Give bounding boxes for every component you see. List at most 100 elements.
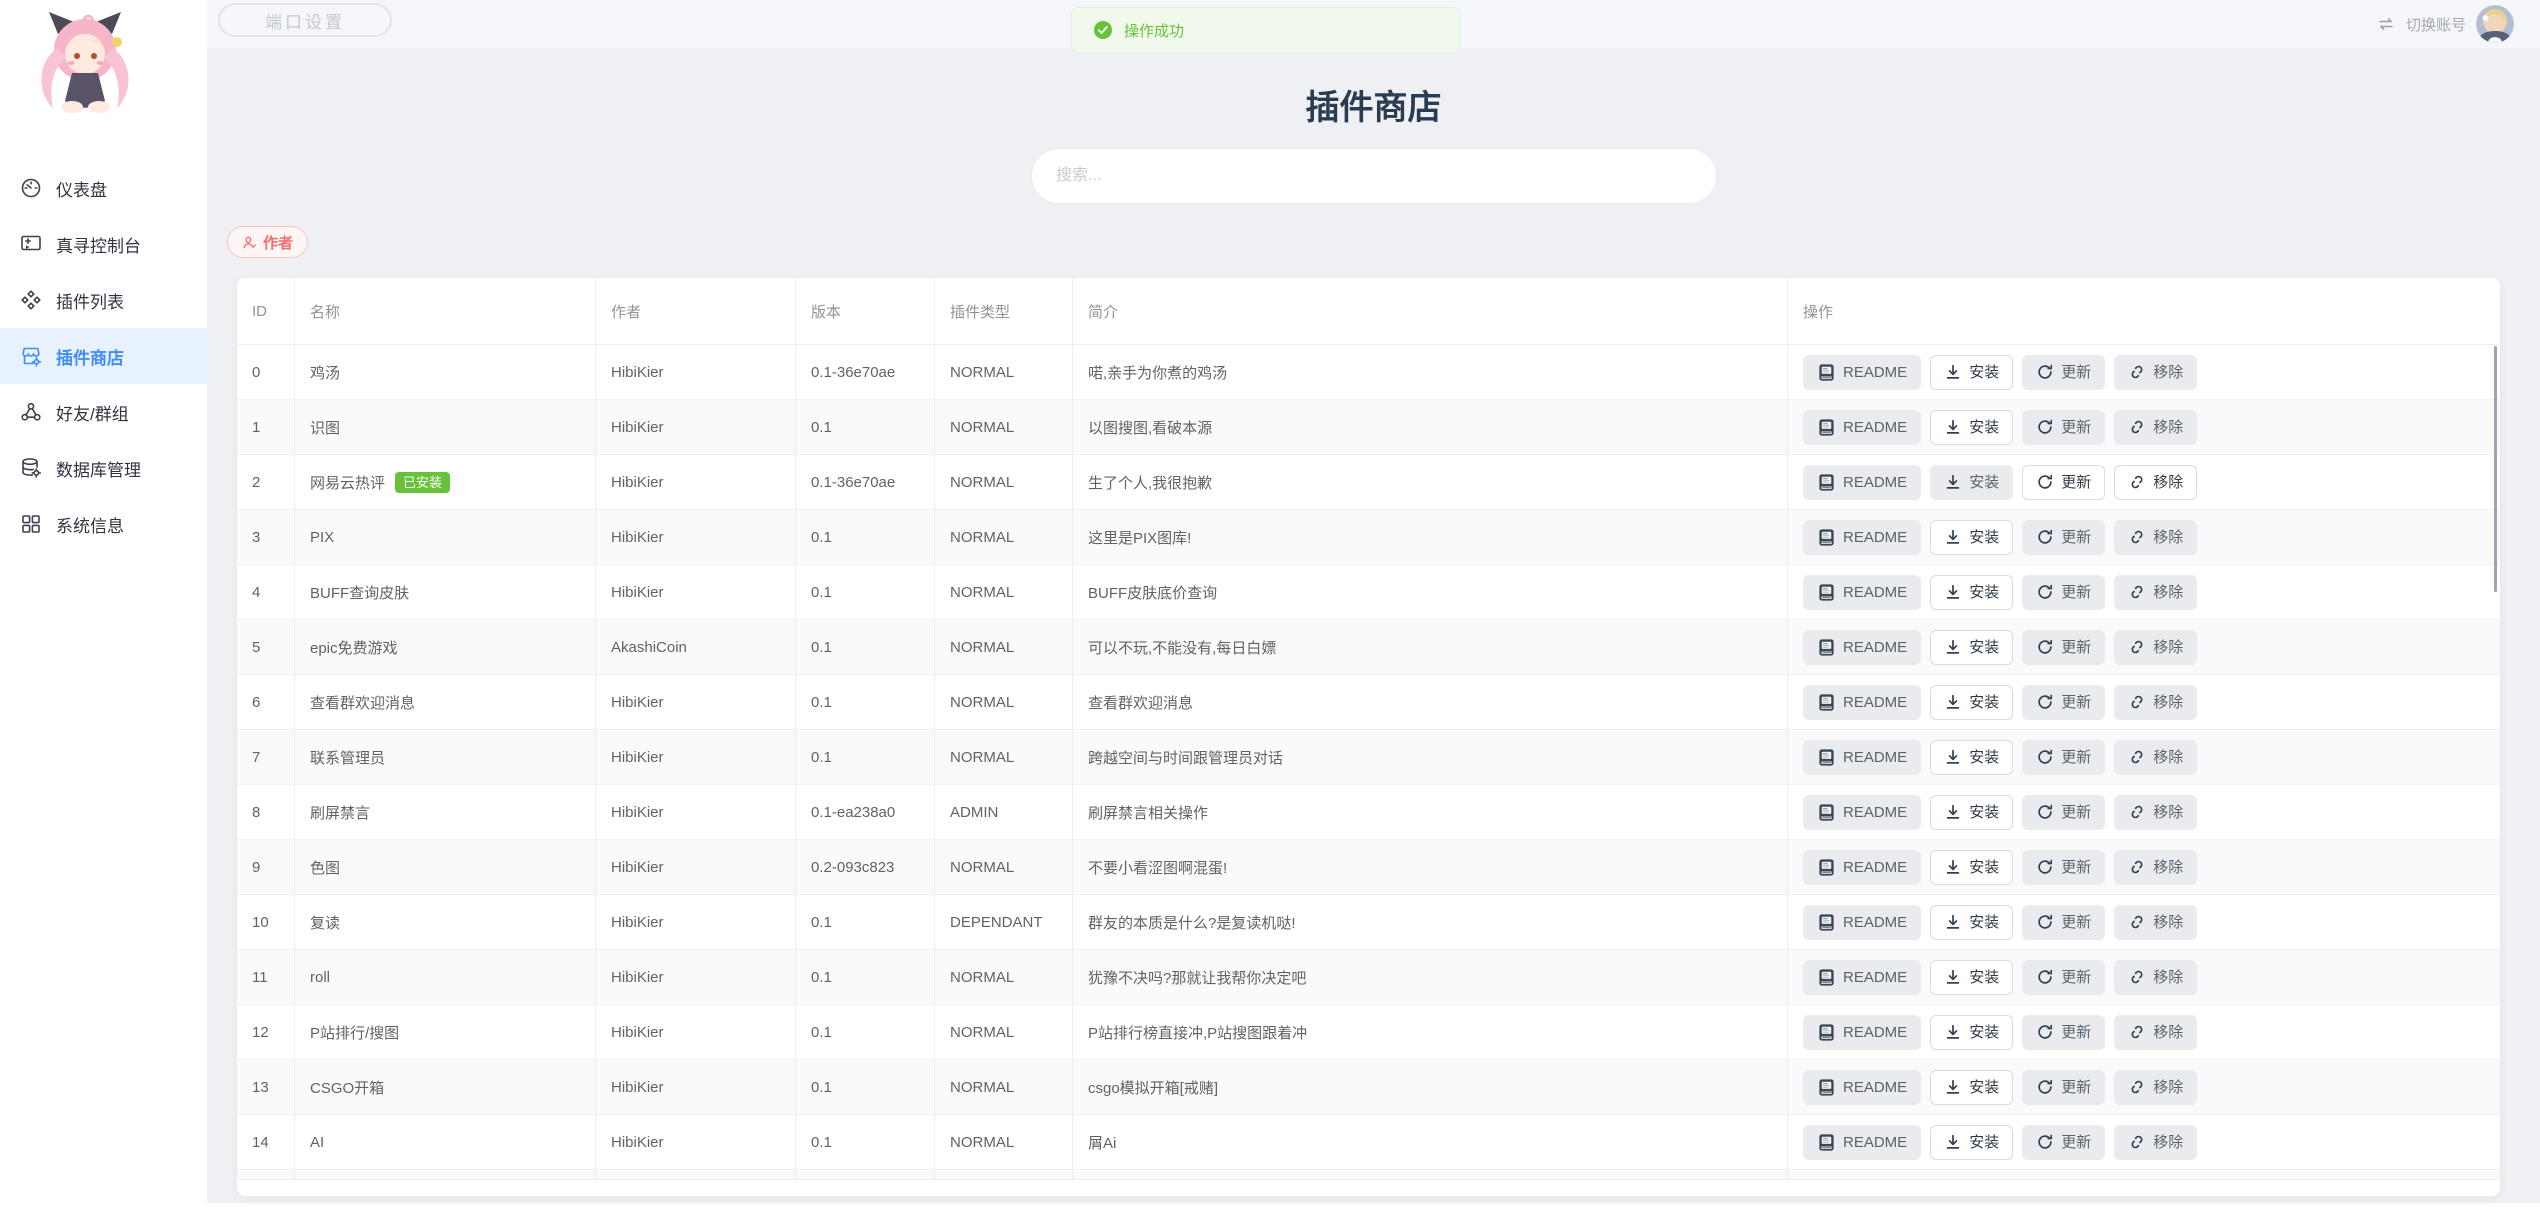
remove-button[interactable]: 移除 — [2114, 795, 2197, 830]
sidebar-item-plugin-store[interactable]: 插件商店 — [0, 328, 207, 384]
remove-button[interactable]: 移除 — [2114, 520, 2197, 555]
update-button[interactable]: 更新 — [2022, 1015, 2105, 1050]
unlink-icon — [2128, 473, 2146, 491]
cell-actions: README 安装更新移除 — [1788, 345, 2500, 400]
readme-button[interactable]: README — [1803, 685, 1921, 720]
cell-id: 11 — [237, 950, 295, 1005]
update-button[interactable]: 更新 — [2022, 575, 2105, 610]
remove-button[interactable]: 移除 — [2114, 465, 2197, 500]
mascot-image — [20, 6, 150, 136]
readme-button[interactable]: README — [1803, 905, 1921, 940]
sidebar-item-label: 真寻控制台 — [56, 232, 141, 257]
remove-button[interactable]: 移除 — [2114, 1015, 2197, 1050]
user-avatar[interactable] — [2476, 5, 2514, 43]
install-button[interactable]: 安装 — [1930, 575, 2013, 610]
remove-button[interactable]: 移除 — [2114, 960, 2197, 995]
author-filter-button[interactable]: 作者 — [227, 226, 308, 258]
remove-button[interactable]: 移除 — [2114, 1125, 2197, 1160]
update-button[interactable]: 更新 — [2022, 685, 2105, 720]
sidebar-item-console[interactable]: 真寻控制台 — [0, 216, 207, 272]
plugin-name: 鸡汤 — [310, 362, 340, 383]
install-button[interactable]: 安装 — [1930, 1125, 2013, 1160]
readme-button[interactable]: README — [1803, 960, 1921, 995]
update-button[interactable]: 更新 — [2022, 355, 2105, 390]
readme-button[interactable]: README — [1803, 795, 1921, 830]
readme-button[interactable]: README — [1803, 520, 1921, 555]
remove-button[interactable]: 移除 — [2114, 630, 2197, 665]
install-button[interactable]: 安装 — [1930, 685, 2013, 720]
update-button[interactable]: 更新 — [2022, 520, 2105, 555]
install-button[interactable]: 安装 — [1930, 1070, 2013, 1105]
search-input[interactable] — [1031, 148, 1717, 204]
readme-button[interactable]: README — [1803, 630, 1921, 665]
table-scrollbar-thumb[interactable] — [2494, 346, 2497, 592]
install-button[interactable]: 安装 — [1930, 355, 2013, 390]
plugin-name: epic免费游戏 — [310, 637, 398, 658]
readme-icon — [1817, 693, 1836, 712]
update-button[interactable]: 更新 — [2022, 905, 2105, 940]
remove-button[interactable]: 移除 — [2114, 1070, 2197, 1105]
cell-id: 4 — [237, 565, 295, 620]
remove-button[interactable]: 移除 — [2114, 850, 2197, 885]
readme-button[interactable]: README — [1803, 1015, 1921, 1050]
update-button[interactable]: 更新 — [2022, 850, 2105, 885]
update-button[interactable]: 更新 — [2022, 465, 2105, 500]
install-button[interactable]: 安装 — [1930, 795, 2013, 830]
update-button[interactable]: 更新 — [2022, 410, 2105, 445]
table-row: 6 查看群欢迎消息 HibiKier 0.1 NORMAL 查看群欢迎消息 RE… — [237, 675, 2500, 730]
sidebar-item-friends-groups[interactable]: 好友/群组 — [0, 384, 207, 440]
readme-button[interactable]: README — [1803, 575, 1921, 610]
install-button[interactable]: 安装 — [1930, 630, 2013, 665]
install-button[interactable]: 安装 — [1930, 960, 2013, 995]
readme-button[interactable]: README — [1803, 465, 1921, 500]
install-button[interactable]: 安装 — [1930, 740, 2013, 775]
sidebar-item-database-manage[interactable]: 数据库管理 — [0, 440, 207, 496]
readme-button[interactable]: README — [1803, 850, 1921, 885]
download-icon — [1944, 748, 1962, 766]
readme-button[interactable]: README — [1803, 740, 1921, 775]
cell-author: HibiKier — [596, 675, 796, 730]
install-button[interactable]: 安装 — [1930, 905, 2013, 940]
switch-account[interactable]: 切换账号 — [2376, 0, 2514, 48]
install-button[interactable]: 安装 — [1930, 465, 2013, 500]
install-button[interactable]: 安装 — [1930, 1015, 2013, 1050]
install-button[interactable]: 安装 — [1930, 850, 2013, 885]
update-button[interactable]: 更新 — [2022, 1070, 2105, 1105]
install-button[interactable]: 安装 — [1930, 520, 2013, 555]
cell-author: HibiKier — [596, 840, 796, 895]
cell-version: 0.1 — [796, 895, 935, 950]
refresh-icon — [2036, 583, 2054, 601]
cell-actions: README 安装更新移除 — [1788, 840, 2500, 895]
remove-button[interactable]: 移除 — [2114, 410, 2197, 445]
sidebar-item-dashboard[interactable]: 仪表盘 — [0, 160, 207, 216]
update-button[interactable]: 更新 — [2022, 740, 2105, 775]
store-icon — [19, 344, 43, 368]
refresh-icon — [2036, 1133, 2054, 1151]
readme-button[interactable]: README — [1803, 410, 1921, 445]
refresh-icon — [2036, 473, 2054, 491]
table-row: 1 识图 HibiKier 0.1 NORMAL 以图搜图,看破本源 READM… — [237, 400, 2500, 455]
readme-button[interactable]: README — [1803, 1070, 1921, 1105]
update-button[interactable]: 更新 — [2022, 960, 2105, 995]
remove-button[interactable]: 移除 — [2114, 575, 2197, 610]
sidebar-item-plugin-list[interactable]: 插件列表 — [0, 272, 207, 328]
cell-id: 1 — [237, 400, 295, 455]
readme-button[interactable]: README — [1803, 1125, 1921, 1160]
cell-author: HibiKier — [596, 345, 796, 400]
sidebar-item-system-info[interactable]: 系统信息 — [0, 496, 207, 552]
remove-button[interactable]: 移除 — [2114, 355, 2197, 390]
remove-button[interactable]: 移除 — [2114, 740, 2197, 775]
plugin-name: 复读 — [310, 912, 340, 933]
readme-button[interactable]: README — [1803, 355, 1921, 390]
remove-button[interactable]: 移除 — [2114, 685, 2197, 720]
plugin-name: BUFF查询皮肤 — [310, 582, 409, 603]
update-button[interactable]: 更新 — [2022, 630, 2105, 665]
refresh-icon — [2036, 363, 2054, 381]
update-button[interactable]: 更新 — [2022, 795, 2105, 830]
install-button[interactable]: 安装 — [1930, 410, 2013, 445]
readme-icon — [1817, 528, 1836, 547]
cell-id: 3 — [237, 510, 295, 565]
remove-button[interactable]: 移除 — [2114, 905, 2197, 940]
update-button[interactable]: 更新 — [2022, 1125, 2105, 1160]
port-settings-button[interactable]: 端口设置 — [218, 3, 392, 37]
